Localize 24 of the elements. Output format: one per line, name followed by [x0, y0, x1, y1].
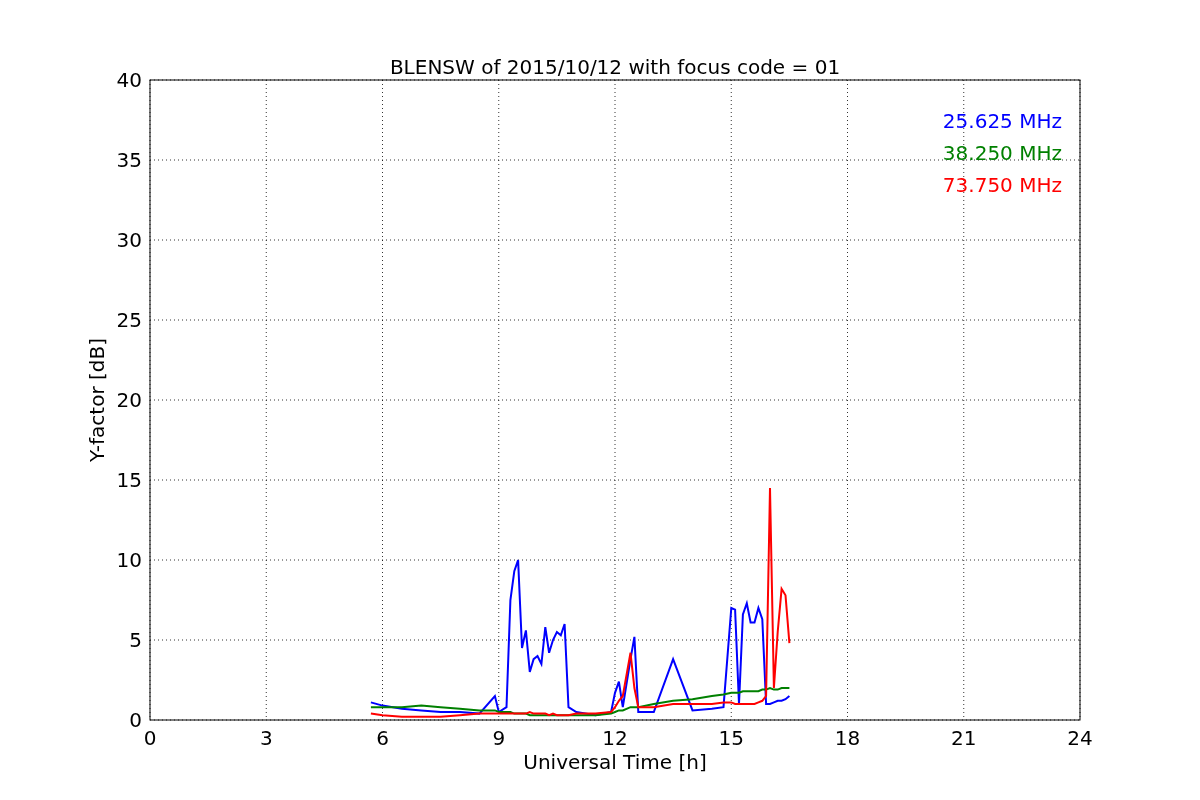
y-axis-label: Y-factor [dB] — [85, 338, 109, 462]
y-tick-label: 30 — [116, 228, 142, 252]
y-tick-label: 0 — [129, 708, 142, 732]
x-tick-label: 3 — [259, 726, 273, 750]
y-tick-label: 35 — [116, 148, 142, 172]
legend-label: 25.625 MHz — [942, 109, 1062, 133]
y-tick-label: 40 — [116, 68, 142, 92]
y-tick-label: 15 — [116, 468, 142, 492]
y-tick-label: 5 — [129, 628, 142, 652]
x-tick-label: 9 — [492, 726, 506, 750]
x-tick-label: 6 — [376, 726, 389, 750]
chart-title: BLENSW of 2015/10/12 with focus code = 01 — [389, 55, 841, 79]
x-tick-label: 0 — [143, 726, 157, 750]
y-tick-label: 10 — [116, 548, 142, 572]
x-tick-label: 21 — [951, 726, 977, 750]
x-tick-label: 15 — [718, 726, 744, 750]
legend-label: 73.750 MHz — [942, 173, 1062, 197]
x-tick-label: 12 — [602, 726, 628, 750]
x-axis-label: Universal Time [h] — [523, 750, 707, 774]
x-tick-label: 24 — [1067, 726, 1093, 750]
y-tick-label: 20 — [116, 388, 142, 412]
y-tick-label: 25 — [116, 308, 142, 332]
x-tick-label: 18 — [834, 726, 861, 750]
legend-label: 38.250 MHz — [942, 141, 1062, 165]
